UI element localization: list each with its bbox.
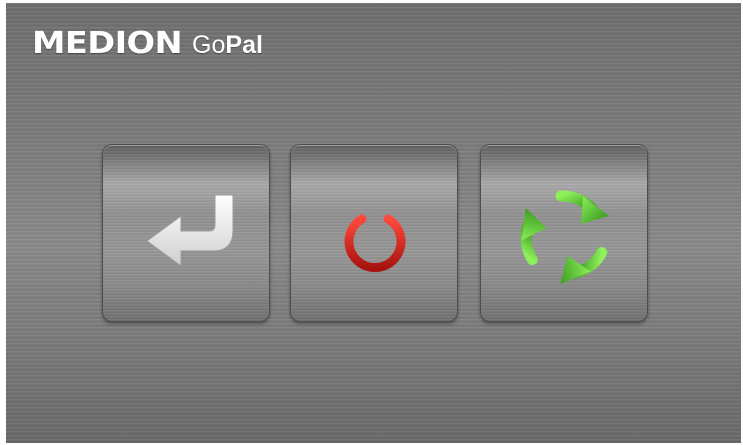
brand-logo: MEDION GoPal bbox=[32, 27, 263, 61]
gopal-logo-suffix: Pal bbox=[225, 31, 263, 59]
restart-button[interactable] bbox=[480, 144, 648, 322]
medion-logo-text: MEDION bbox=[32, 26, 183, 61]
power-button[interactable] bbox=[290, 144, 458, 322]
gopal-logo-text: GoPal bbox=[192, 28, 263, 62]
power-icon bbox=[344, 198, 406, 272]
return-arrow-icon bbox=[146, 194, 234, 267]
recycle-arrows-icon bbox=[520, 190, 609, 285]
gopal-screen: MEDION GoPal bbox=[6, 3, 741, 443]
gopal-logo-prefix: Go bbox=[192, 31, 226, 59]
back-button[interactable] bbox=[102, 144, 270, 322]
